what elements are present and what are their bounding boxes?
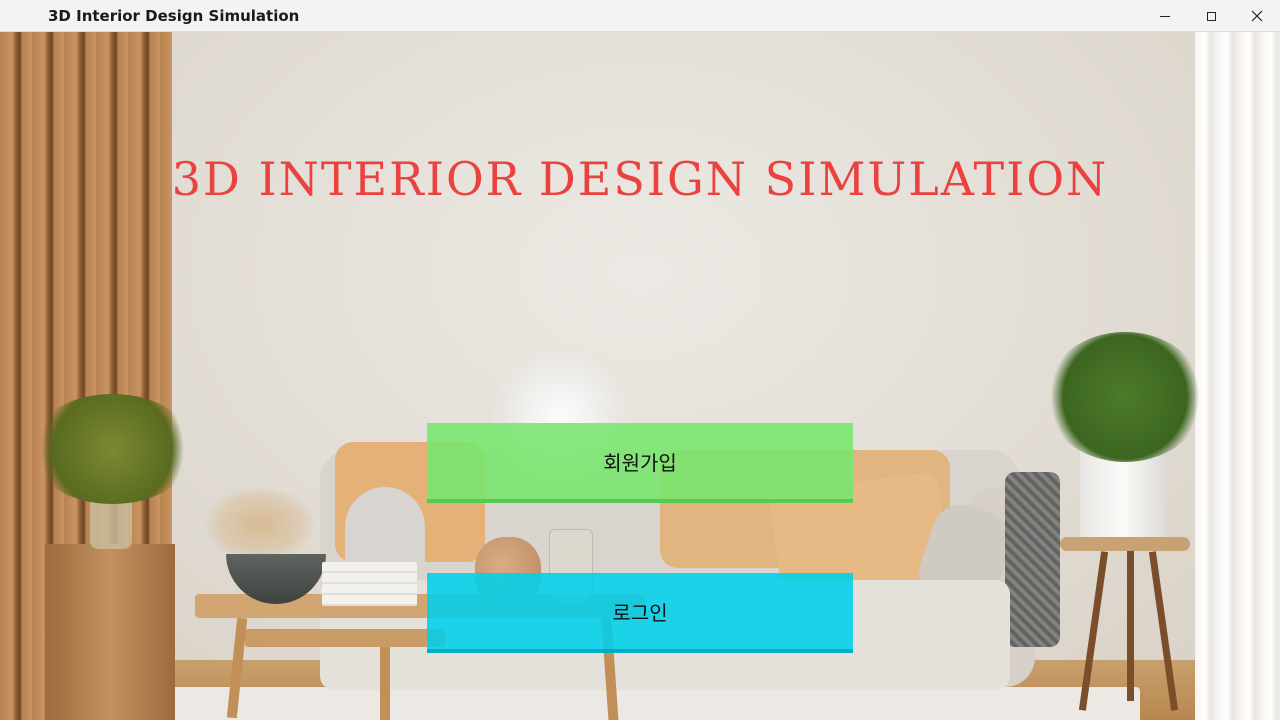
stool-leg xyxy=(1127,551,1134,701)
app-heading: 3D INTERIOR DESIGN SIMULATION xyxy=(171,152,1109,206)
close-button[interactable] xyxy=(1234,0,1280,32)
minimize-icon xyxy=(1160,15,1170,17)
title-bar: 3D Interior Design Simulation xyxy=(0,0,1280,32)
right-plant xyxy=(1045,332,1205,462)
window-title: 3D Interior Design Simulation xyxy=(48,7,300,25)
side-stool xyxy=(1060,537,1190,551)
minimize-button[interactable] xyxy=(1142,0,1188,32)
table-leg xyxy=(380,647,390,720)
throw-blanket xyxy=(1005,472,1060,647)
maximize-button[interactable] xyxy=(1188,0,1234,32)
pampas-grass xyxy=(205,487,315,562)
book-stack xyxy=(322,562,417,606)
left-plant xyxy=(30,394,195,504)
app-window: 3D Interior Design Simulation 3D INTERIO… xyxy=(0,0,1280,720)
login-button[interactable]: 로그인 xyxy=(427,573,853,653)
signup-button[interactable]: 회원가입 xyxy=(427,423,853,503)
coffee-table-lower xyxy=(245,629,445,647)
curtain xyxy=(1195,32,1280,720)
wood-pedestal xyxy=(45,544,175,720)
close-icon xyxy=(1251,10,1263,22)
maximize-icon xyxy=(1206,11,1216,21)
rug xyxy=(150,687,1140,720)
